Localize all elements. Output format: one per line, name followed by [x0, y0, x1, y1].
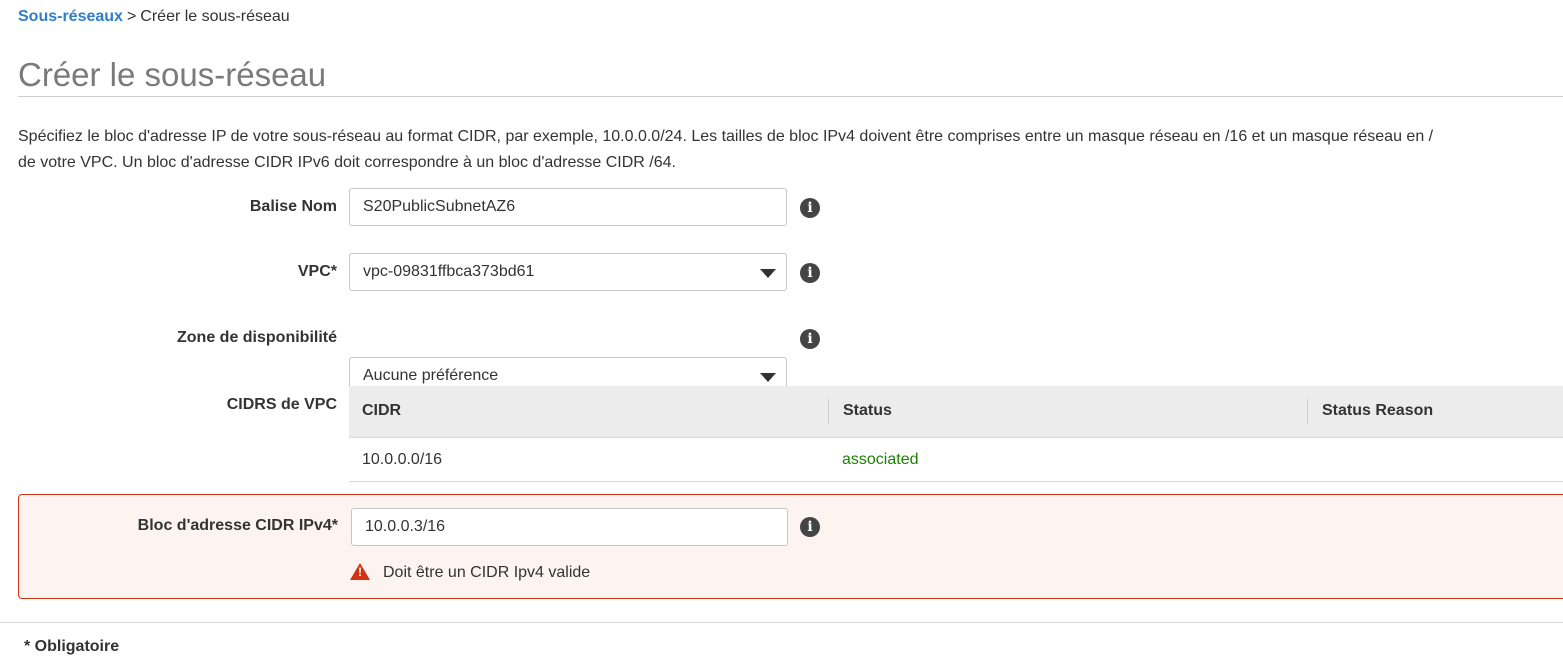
status-cell: associated	[842, 451, 919, 468]
footer-divider	[0, 622, 1563, 623]
info-icon[interactable]: i	[800, 198, 820, 218]
chevron-down-icon	[760, 269, 776, 278]
name-tag-label: Balise Nom	[249, 198, 337, 215]
vpc-label: VPC*	[297, 263, 337, 280]
title-divider	[18, 96, 1563, 97]
ipv4-cidr-input[interactable]	[351, 508, 788, 546]
info-icon[interactable]: i	[800, 517, 820, 537]
page-title: Créer le sous-réseau	[18, 56, 327, 93]
name-tag-input[interactable]	[349, 188, 787, 226]
breadcrumb: Sous-réseaux > Créer le sous-réseau	[18, 8, 290, 26]
column-header-status-reason: Status Reason	[1322, 402, 1434, 419]
availability-zone-select-value: Aucune préférence	[363, 367, 499, 384]
warning-icon: !	[350, 563, 370, 580]
vpc-cidrs-label: CIDRS de VPC	[226, 396, 337, 413]
vpc-select[interactable]: vpc-09831ffbca373bd61	[349, 253, 787, 291]
column-header-status: Status	[843, 402, 892, 419]
ipv4-cidr-error-message: Doit être un CIDR Ipv4 valide	[383, 564, 591, 581]
required-note: * Obligatoire	[24, 638, 120, 655]
breadcrumb-current: Créer le sous-réseau	[140, 8, 290, 25]
breadcrumb-separator: >	[126, 8, 137, 25]
column-divider	[1307, 399, 1308, 424]
availability-zone-label: Zone de disponibilité	[177, 329, 337, 346]
vpc-cidrs-table-header: CIDR Status Status Reason	[349, 386, 1563, 438]
page-description: Spécifiez le bloc d'adresse IP de votre …	[18, 124, 1563, 176]
info-icon[interactable]: i	[800, 329, 820, 349]
breadcrumb-link-subnets[interactable]: Sous-réseaux	[18, 8, 123, 25]
info-icon[interactable]: i	[800, 263, 820, 283]
description-line-1: Spécifiez le bloc d'adresse IP de votre …	[18, 128, 1434, 145]
table-row-divider	[349, 481, 1563, 482]
vpc-select-value: vpc-09831ffbca373bd61	[363, 263, 535, 280]
description-line-2: de votre VPC. Un bloc d'adresse CIDR IPv…	[18, 154, 676, 171]
ipv4-cidr-error-section	[18, 494, 1563, 599]
column-divider	[828, 399, 829, 424]
column-header-cidr: CIDR	[362, 402, 402, 419]
ipv4-cidr-label: Bloc d'adresse CIDR IPv4*	[137, 517, 338, 534]
cidr-cell: 10.0.0.0/16	[362, 451, 443, 468]
chevron-down-icon	[760, 373, 776, 382]
